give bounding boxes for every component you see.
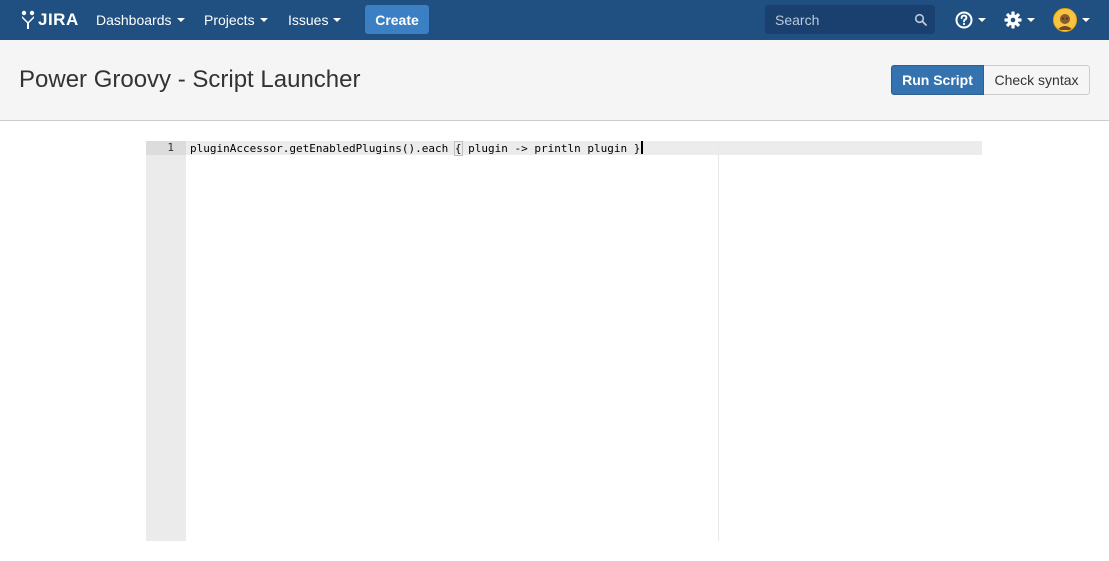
- code-editor[interactable]: 1 pluginAccessor.getEnabledPlugins().eac…: [146, 141, 982, 541]
- nav-dashboards-label: Dashboards: [96, 12, 172, 28]
- print-margin: [718, 141, 719, 541]
- line-number: 1: [167, 141, 174, 154]
- help-menu[interactable]: [955, 0, 986, 40]
- chevron-down-icon: [333, 18, 342, 22]
- chevron-down-icon: [978, 18, 986, 22]
- editor-gutter: 1: [146, 141, 186, 541]
- code-text-before: pluginAccessor.getEnabledPlugins().each: [190, 142, 455, 155]
- user-menu[interactable]: [1053, 0, 1090, 40]
- help-icon: [955, 11, 973, 29]
- open-brace: {: [453, 141, 463, 156]
- top-navigation-bar: JIRA Dashboards Projects Issues Create: [0, 0, 1109, 40]
- run-script-button[interactable]: Run Script: [891, 65, 984, 95]
- jira-logo[interactable]: JIRA: [20, 8, 79, 32]
- nav-dashboards[interactable]: Dashboards: [96, 0, 185, 40]
- jira-logo-icon: [21, 10, 35, 29]
- search-input[interactable]: [765, 5, 905, 34]
- text-cursor: [641, 141, 644, 154]
- code-text-middle: plugin -> println plugin: [461, 142, 634, 155]
- page-title: Power Groovy - Script Launcher: [19, 66, 361, 93]
- nav-issues[interactable]: Issues: [288, 0, 342, 40]
- check-syntax-button[interactable]: Check syntax: [984, 65, 1090, 95]
- nav-projects[interactable]: Projects: [204, 0, 268, 40]
- gear-icon: [1004, 11, 1022, 29]
- user-avatar-icon: [1054, 9, 1076, 31]
- create-button[interactable]: Create: [365, 5, 429, 34]
- chevron-down-icon: [259, 18, 268, 22]
- code-line[interactable]: pluginAccessor.getEnabledPlugins().each …: [190, 141, 644, 156]
- search-icon[interactable]: [914, 13, 927, 26]
- chevron-down-icon: [1027, 18, 1035, 22]
- nav-issues-label: Issues: [288, 12, 329, 28]
- chevron-down-icon: [1082, 18, 1090, 22]
- logo-text: JIRA: [38, 10, 79, 29]
- close-brace: }: [633, 142, 641, 155]
- avatar: [1053, 8, 1077, 32]
- settings-menu[interactable]: [1004, 0, 1035, 40]
- chevron-down-icon: [176, 18, 185, 22]
- page-header: Power Groovy - Script Launcher Run Scrip…: [0, 40, 1109, 121]
- nav-projects-label: Projects: [204, 12, 255, 28]
- search-box: [765, 5, 935, 34]
